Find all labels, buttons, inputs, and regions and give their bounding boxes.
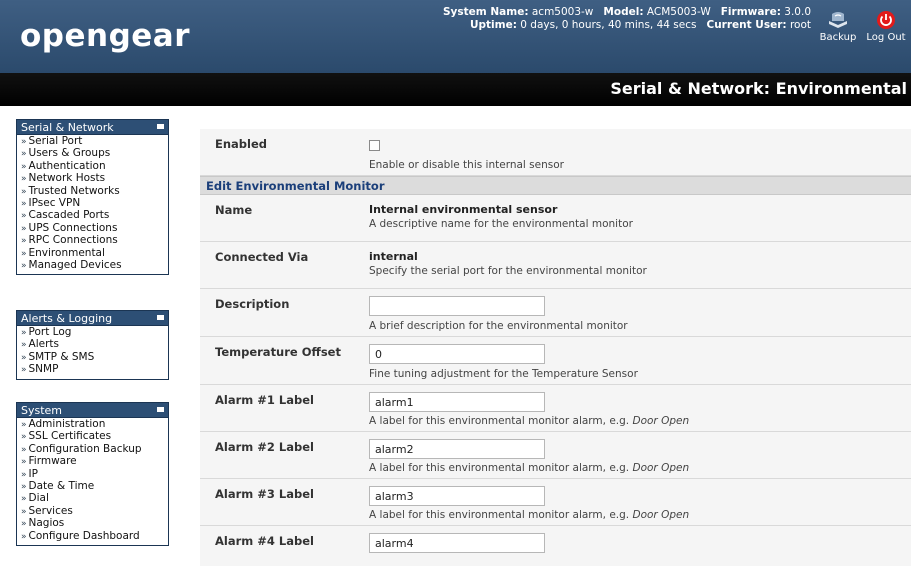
alarm4-row: Alarm #4 Label alarm4	[200, 526, 911, 566]
temperature-offset-row: Temperature Offset 0 Fine tuning adjustm…	[200, 337, 911, 385]
menu-alerts-logging-list: » Port Log » Alerts » SMTP & SMS » SNMP	[17, 326, 168, 379]
description-label: Description	[215, 297, 290, 311]
page-title-bar: Serial & Network: Environmental	[0, 73, 911, 106]
enabled-label: Enabled	[215, 137, 268, 151]
alarm4-input[interactable]: alarm4	[369, 533, 545, 553]
sidebar-item-snmp[interactable]: » SNMP	[21, 364, 168, 376]
description-row: Description A brief description for the …	[200, 289, 911, 337]
menu-alerts-logging-header[interactable]: Alerts & Logging	[17, 311, 168, 326]
menu-system-header[interactable]: System	[17, 403, 168, 418]
firmware-label: Firmware:	[720, 6, 781, 18]
alarm2-label: Alarm #2 Label	[215, 440, 314, 454]
temperature-offset-input[interactable]: 0	[369, 344, 545, 364]
sidebar-item-configure-dashboard[interactable]: » Configure Dashboard	[21, 530, 168, 543]
menu-serial-network-header[interactable]: Serial & Network	[17, 120, 168, 135]
model-value: ACM5003-W	[646, 6, 711, 18]
alarm3-input[interactable]: alarm3	[369, 486, 545, 506]
alarm4-label: Alarm #4 Label	[215, 534, 314, 548]
menu-system: System » Administration » SSL Certificates…	[16, 402, 169, 547]
menu-system-list: » Administration » SSL Certificates » Confi…	[17, 418, 168, 545]
system-name-value: acm5003-w	[531, 6, 594, 18]
enabled-row: Enabled Enable or disable this internal …	[200, 129, 911, 176]
menu-serial-network-title: Serial & Network	[21, 121, 114, 134]
power-icon	[877, 11, 895, 29]
connected-via-label: Connected Via	[215, 250, 309, 264]
backup-label: Backup	[819, 32, 857, 43]
alarm3-row: Alarm #3 Label alarm3 A label for this e…	[200, 479, 911, 526]
collapse-icon[interactable]	[157, 124, 164, 129]
connected-via-value: internal	[369, 250, 418, 263]
alarm2-row: Alarm #2 Label alarm2 A label for this e…	[200, 432, 911, 479]
model-label: Model:	[603, 6, 644, 18]
opengear-logo[interactable]: opengear	[20, 18, 190, 54]
temperature-offset-label: Temperature Offset	[215, 345, 341, 359]
alarm1-label: Alarm #1 Label	[215, 393, 314, 407]
collapse-icon[interactable]	[157, 315, 164, 320]
alarm1-input[interactable]: alarm1	[369, 392, 545, 412]
sidebar-item-managed-devices[interactable]: » Managed Devices	[21, 259, 168, 272]
alarm1-row: Alarm #1 Label alarm1 A label for this e…	[200, 385, 911, 432]
temperature-offset-hint: Fine tuning adjustment for the Temperatu…	[369, 368, 638, 380]
menu-alerts-logging-title: Alerts & Logging	[21, 312, 113, 325]
enabled-hint: Enable or disable this internal sensor	[369, 159, 564, 171]
current-user-label: Current User:	[706, 19, 787, 31]
system-name-label: System Name:	[442, 6, 529, 18]
alarm2-hint: A label for this environmental monitor a…	[369, 462, 690, 474]
logout-button[interactable]: Log Out	[866, 10, 906, 43]
menu-system-title: System	[21, 404, 63, 417]
system-info: System Name: acm5003-w Model: ACM5003-W …	[443, 6, 811, 32]
menu-serial-network: Serial & Network » Serial Port » Users & G…	[16, 119, 169, 276]
name-row: Name Internal environmental sensor A des…	[200, 195, 911, 242]
backup-button[interactable]: Backup	[818, 10, 858, 43]
name-value: Internal environmental sensor	[369, 203, 558, 216]
description-input[interactable]	[369, 296, 545, 316]
firmware-value: 3.0.0	[784, 6, 811, 18]
page-title: Serial & Network: Environmental	[610, 79, 907, 98]
top-header: opengear System Name: acm5003-w Model: A…	[0, 0, 911, 73]
alarm3-hint: A label for this environmental monitor a…	[369, 509, 690, 521]
environmental-form: Enabled Enable or disable this internal …	[200, 129, 911, 566]
uptime-value: 0 days, 0 hours, 40 mins, 44 secs	[520, 19, 697, 31]
enabled-checkbox[interactable]	[369, 140, 380, 151]
name-label: Name	[215, 203, 253, 217]
collapse-icon[interactable]	[157, 407, 164, 412]
current-user-value: root	[789, 19, 811, 31]
connected-via-row: Connected Via internal Specify the seria…	[200, 242, 911, 289]
logout-label: Log Out	[866, 32, 906, 43]
section-header: Edit Environmental Monitor	[200, 176, 911, 195]
connected-via-hint: Specify the serial port for the environm…	[369, 265, 647, 277]
backup-icon	[829, 12, 847, 28]
sidebar-item-firmware[interactable]: » Firmware	[21, 456, 168, 468]
alarm3-label: Alarm #3 Label	[215, 487, 314, 501]
menu-alerts-logging: Alerts & Logging » Port Log » Alerts » SMTP…	[16, 310, 169, 380]
uptime-label: Uptime:	[470, 19, 517, 31]
alarm1-hint: A label for this environmental monitor a…	[369, 415, 690, 427]
menu-serial-network-list: » Serial Port » Users & Groups » Authentica…	[17, 135, 168, 274]
name-hint: A descriptive name for the environmental…	[369, 218, 633, 230]
description-hint: A brief description for the environmenta…	[369, 320, 628, 332]
alarm2-input[interactable]: alarm2	[369, 439, 545, 459]
